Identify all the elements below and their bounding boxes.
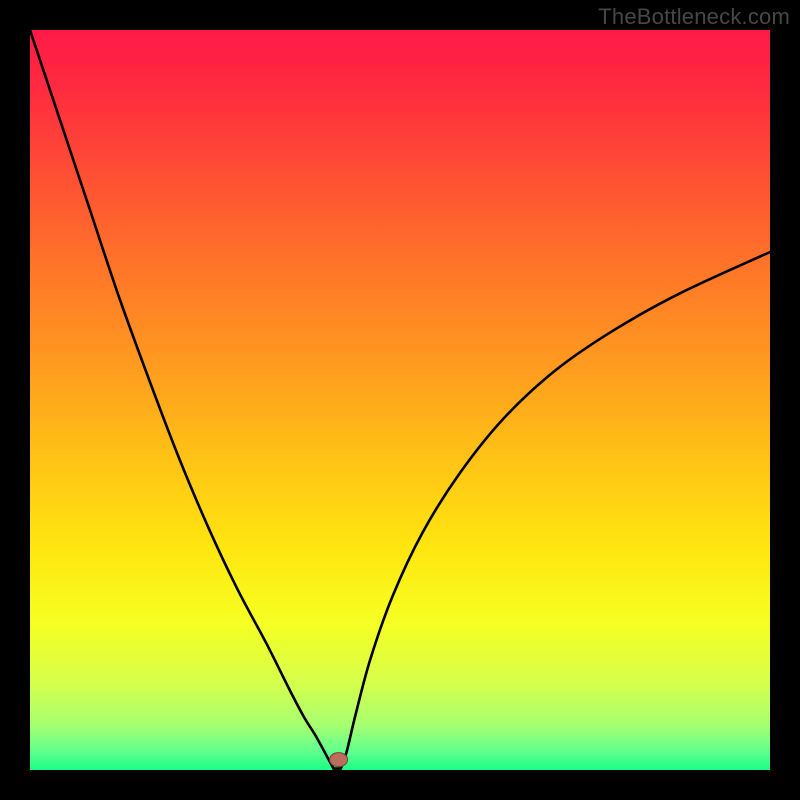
plot-area [30, 30, 770, 770]
gradient-background [30, 30, 770, 770]
watermark-text: TheBottleneck.com [598, 4, 790, 30]
optimum-marker [330, 753, 348, 767]
chart-frame: TheBottleneck.com [0, 0, 800, 800]
plot-svg [30, 30, 770, 770]
